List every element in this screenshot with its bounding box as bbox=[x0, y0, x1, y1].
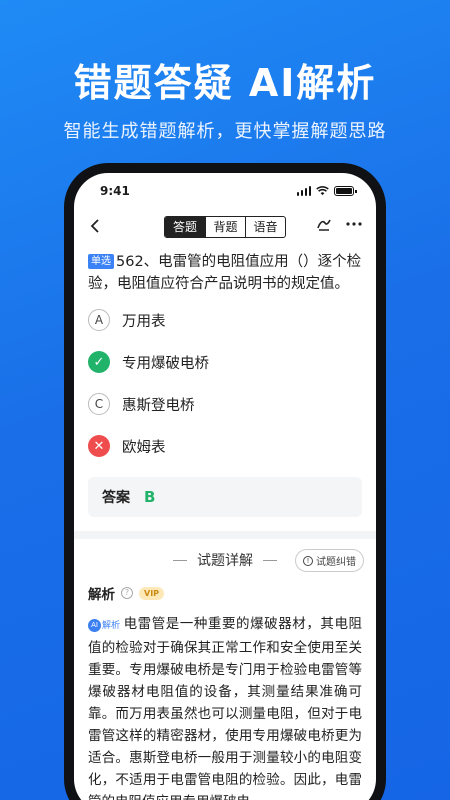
detail-title: 试题详解 bbox=[173, 550, 277, 570]
question-type-tag: 单选 bbox=[88, 254, 114, 269]
option-letter-c: C bbox=[88, 393, 110, 415]
info-icon: ! bbox=[303, 555, 313, 566]
report-error-button[interactable]: ! 试题纠错 bbox=[295, 549, 364, 572]
cross-icon: ✕ bbox=[88, 435, 110, 457]
battery-icon bbox=[334, 186, 357, 196]
analysis-header: 解析 ? VIP bbox=[74, 581, 376, 603]
answer-box: 答案 B bbox=[88, 477, 362, 517]
help-icon[interactable]: ? bbox=[121, 587, 133, 599]
mode-segmented-control: 答题 背题 语音 bbox=[164, 216, 286, 238]
ai-analysis-tag: AI 解析 bbox=[88, 615, 120, 637]
analysis-text: AI 解析 电雷管是一种重要的爆破器材，其电阻值的检验对于确保其正常工作和安全使用至… bbox=[74, 603, 376, 800]
option-letter-a: A bbox=[88, 309, 110, 331]
nav-bar: 答题 背题 语音 bbox=[74, 209, 376, 245]
wifi-icon bbox=[316, 186, 329, 196]
detail-title-text: 试题详解 bbox=[197, 553, 253, 569]
phone-frame: 9:41 答题 背题 语音 单选 562、电雷管的电阻值应用（）逐个检验，电阻值… bbox=[64, 163, 386, 800]
tab-memorize[interactable]: 背题 bbox=[205, 217, 245, 237]
answer-label: 答案 bbox=[102, 490, 130, 506]
option-text: 专用爆破电桥 bbox=[122, 355, 209, 372]
question-stem: 单选 562、电雷管的电阻值应用（）逐个检验，电阻值应符合产品说明书的规定值。 bbox=[74, 245, 376, 295]
option-text: 欧姆表 bbox=[122, 439, 166, 456]
tab-answer[interactable]: 答题 bbox=[165, 217, 205, 237]
pen-icon[interactable] bbox=[316, 216, 332, 232]
section-divider bbox=[74, 531, 376, 539]
vip-badge: VIP bbox=[139, 586, 165, 600]
answer-value: B bbox=[144, 488, 156, 506]
analysis-body: 电雷管是一种重要的爆破器材，其电阻值的检验对于确保其正常工作和安全使用至关重要。… bbox=[88, 616, 362, 800]
promo-title: 错题答疑 AI解析 bbox=[73, 61, 377, 105]
phone-screen: 9:41 答题 背题 语音 单选 562、电雷管的电阻值应用（）逐个检验，电阻值… bbox=[74, 173, 376, 800]
ai-icon: AI bbox=[88, 619, 101, 632]
question-text: 562、电雷管的电阻值应用（）逐个检验，电阻值应符合产品说明书的规定值。 bbox=[88, 254, 362, 292]
option-b[interactable]: ✓ 专用爆破电桥 bbox=[88, 341, 362, 383]
signal-icon bbox=[296, 186, 311, 196]
analysis-label: 解析 bbox=[88, 587, 115, 603]
status-time: 9:41 bbox=[100, 184, 130, 198]
option-c[interactable]: C 惠斯登电桥 bbox=[88, 383, 362, 425]
more-icon[interactable] bbox=[346, 221, 362, 227]
option-text: 万用表 bbox=[122, 313, 166, 330]
promo-subtitle: 智能生成错题解析，更快掌握解题思路 bbox=[63, 121, 387, 142]
status-bar: 9:41 bbox=[74, 173, 376, 209]
options-list: A 万用表 ✓ 专用爆破电桥 C 惠斯登电桥 ✕ 欧姆表 bbox=[74, 295, 376, 467]
check-icon: ✓ bbox=[88, 351, 110, 373]
detail-header: 试题详解 ! 试题纠错 bbox=[74, 539, 376, 581]
report-error-label: 试题纠错 bbox=[316, 557, 356, 568]
option-text: 惠斯登电桥 bbox=[122, 397, 195, 414]
back-icon[interactable] bbox=[88, 215, 108, 239]
option-d[interactable]: ✕ 欧姆表 bbox=[88, 425, 362, 467]
tab-voice[interactable]: 语音 bbox=[245, 217, 285, 237]
status-icons bbox=[296, 186, 357, 196]
ai-tag-label: 解析 bbox=[102, 620, 121, 631]
nav-actions bbox=[316, 216, 362, 232]
option-a[interactable]: A 万用表 bbox=[88, 299, 362, 341]
